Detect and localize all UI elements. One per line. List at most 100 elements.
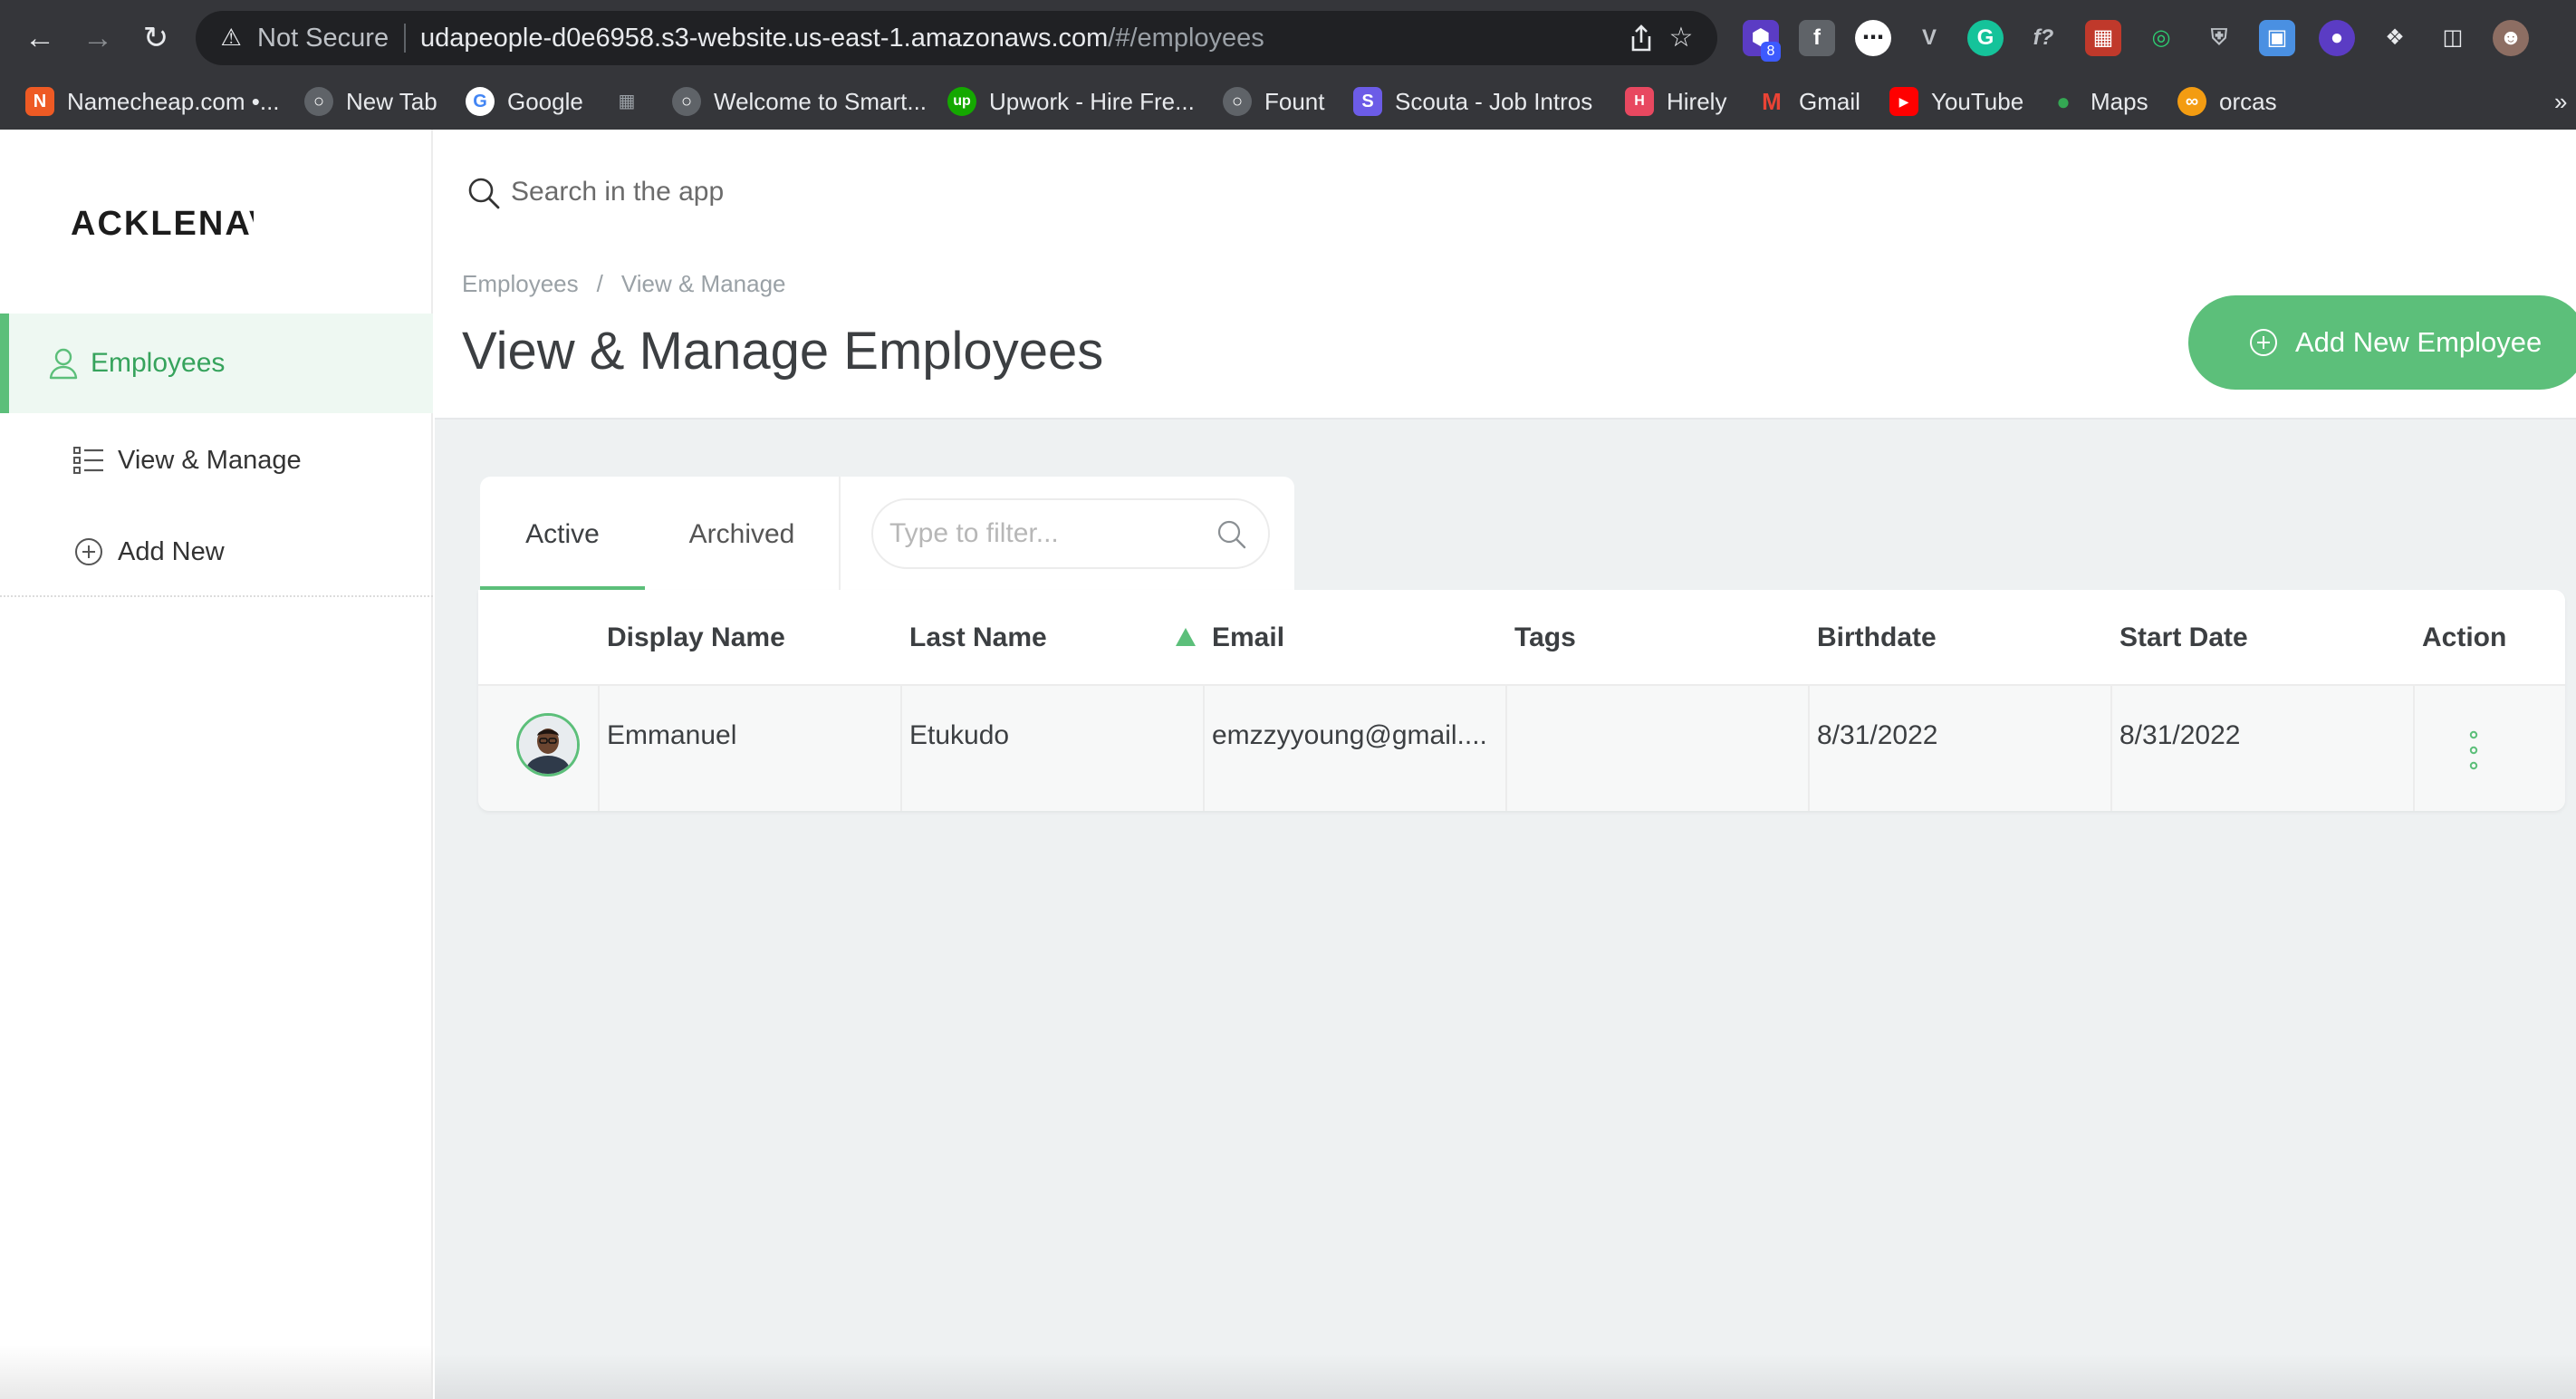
globe-icon: ○ [304,87,333,116]
url-text[interactable]: udapeople-d0e6958.s3-website.us-east-1.a… [420,24,1264,53]
puzzle-extensions-icon[interactable]: ❖ [2377,20,2413,56]
apps-grid-icon: ▦ [618,92,636,111]
bookmark-new-tab[interactable]: ○ New Tab [304,83,437,120]
list-icon [73,447,103,474]
sidebar-item-label: Employees [91,348,226,378]
user-icon [49,348,78,380]
upwork-icon: up [947,87,976,116]
bookmark-namecheap[interactable]: N Namecheap.com •... [25,83,280,120]
cell-divider [1203,686,1205,811]
cell-birthdate: 8/31/2022 [1817,720,1938,750]
cell-last-name: Etukudo [909,720,1010,750]
search-icon [468,178,500,209]
plus-circle-icon [75,538,102,565]
side-panel-icon[interactable]: ◫ [2435,20,2471,56]
namecheap-icon: N [25,87,54,116]
add-new-employee-button[interactable]: Add New Employee [2188,295,2576,390]
extension-badge: 8 [1761,42,1781,62]
shield-extension-icon[interactable]: ⛨ [2201,20,2237,56]
vue-devtools-icon[interactable]: V [1911,20,1947,56]
filter-input[interactable] [889,513,1216,555]
plus-circle-icon [2250,329,2277,356]
tab-active[interactable]: Active [480,477,645,590]
bookmark-fount[interactable]: ○ Fount [1223,83,1325,120]
bookmark-upwork[interactable]: up Upwork - Hire Fre... [947,83,1195,120]
sort-ascending-icon[interactable] [1176,628,1196,646]
column-header-last-name[interactable]: Last Name [909,621,1047,655]
breadcrumb-item-employees[interactable]: Employees [462,270,579,297]
bookmark-google[interactable]: G Google [466,83,583,120]
security-label: Not Secure [257,24,389,53]
sidebar-item-view-manage[interactable]: View & Manage [0,434,433,488]
breadcrumb-separator: / [596,270,603,297]
more-bookmarks-chevron-icon[interactable]: » [2554,83,2567,120]
bookmark-maps[interactable]: ● Maps [2049,83,2148,120]
table-header: Display Name Last Name Email Tags Birthd… [478,590,2565,686]
table-row[interactable]: Emmanuel Etukudo emzzyyoung@gmail.... 8/… [478,686,2565,811]
hirely-icon: H [1625,87,1654,116]
filter-box[interactable] [871,498,1270,569]
cell-divider [598,686,600,811]
sidebar-divider [0,595,433,597]
target-extension-icon[interactable]: ◎ [2143,20,2179,56]
column-header-start-date[interactable]: Start Date [2119,621,2248,655]
facebook-extension-icon[interactable]: f [1799,20,1835,56]
reload-icon[interactable]: ↻ [136,18,176,58]
share-icon[interactable] [1625,22,1658,54]
profile-avatar-icon[interactable]: ☻ [2493,20,2529,56]
sidebar-item-label: View & Manage [118,446,302,475]
font-finder-icon[interactable]: f? [2025,20,2062,56]
globe-icon: ○ [672,87,701,116]
sidebar-bottom-shade [0,1345,433,1399]
back-arrow-icon[interactable]: ← [20,18,60,58]
column-header-display-name[interactable]: Display Name [607,621,785,655]
column-header-email[interactable]: Email [1212,621,1284,655]
bookmark-gmail[interactable]: M Gmail [1757,83,1860,120]
main-bottom-shade [435,1354,2576,1399]
extension-icon-red[interactable]: ▦ [2085,20,2121,56]
breadcrumb-item-view-manage: View & Manage [620,270,786,297]
row-actions-kebab-icon[interactable] [2460,728,2487,773]
cell-divider [1808,686,1810,811]
url-host: udapeople-d0e6958.s3-website.us-east-1.a… [420,24,1109,53]
page-title: View & Manage Employees [462,322,1104,381]
bookmark-welcome-smart[interactable]: ○ Welcome to Smart... [672,83,927,120]
bookmark-scouta[interactable]: S Scouta - Job Intros [1353,83,1592,120]
browser-chrome: ← → ↻ ⚠ Not Secure udapeople-d0e6958.s3-… [0,0,2576,130]
bookmark-hirely[interactable]: H Hirely [1625,83,1726,120]
search-input[interactable] [511,171,2141,213]
app-logo[interactable]: ACKLENAVENUE [71,204,254,244]
bookmark-youtube[interactable]: ▶ YouTube [1889,83,2023,120]
page-header: Employees / View & Manage View & Manage Em… [435,130,2576,420]
tabs-divider [839,477,841,590]
tab-archived[interactable]: Archived [645,477,839,590]
bookmark-orcas[interactable]: ∞ orcas [2177,83,2277,120]
employee-photo-icon [519,716,577,774]
extension-icon-purple[interactable]: ● [2319,20,2355,56]
column-header-birthdate[interactable]: Birthdate [1817,621,1937,655]
cell-divider [1505,686,1507,811]
breadcrumb: Employees / View & Manage [462,269,786,298]
cell-display-name: Emmanuel [607,720,737,750]
tab-label: Active [525,519,600,549]
youtube-icon: ▶ [1889,87,1918,116]
maps-pin-icon: ● [2056,88,2071,115]
column-header-action: Action [2422,622,2507,652]
avatar [516,713,580,777]
chat-extension-icon[interactable]: ⋯ [1855,20,1891,56]
search-icon [1217,520,1246,549]
bookmark-apps[interactable]: ▦ [612,83,654,120]
bookmark-star-icon[interactable]: ☆ [1665,22,1697,54]
add-button-label: Add New Employee [2295,326,2542,358]
app-search[interactable] [466,157,2232,227]
forward-arrow-icon[interactable]: → [78,18,118,58]
cell-email: emzzyyoung@gmail.... [1212,720,1487,750]
cell-start-date: 8/31/2022 [2119,720,2241,750]
column-header-tags[interactable]: Tags [1514,621,1576,655]
extension-icon-blue[interactable]: ▣ [2259,20,2295,56]
address-bar[interactable]: ⚠ Not Secure udapeople-d0e6958.s3-websit… [196,11,1717,65]
sidebar-item-employees[interactable]: Employees [0,314,433,413]
address-divider [404,24,406,53]
grammarly-icon[interactable]: G [1967,20,2004,56]
sidebar-item-add-new[interactable]: Add New [0,526,433,580]
